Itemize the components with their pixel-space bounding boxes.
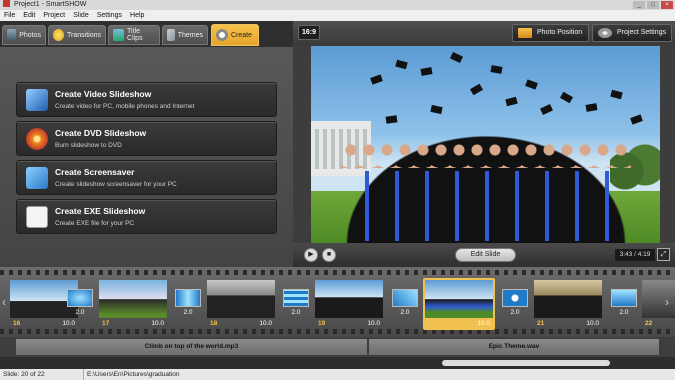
slide-thumbnail[interactable]: 18 10.0 [205, 278, 277, 330]
transitions-icon [53, 29, 65, 41]
video-slideshow-icon [26, 89, 48, 111]
tab-bar: Photos Transitions Title Clips Themes Cr… [0, 21, 293, 47]
create-exe-slideshow-button[interactable]: Create EXE Slideshow Create EXE file for… [16, 199, 277, 234]
option-description: Create video for PC, mobile phones and I… [55, 103, 195, 110]
slide-counter: Slide: 20 of 22 [0, 369, 84, 380]
close-button[interactable]: × [661, 1, 673, 9]
slide-timeline: ‹ 16 10.0 2.0 17 10.0 2.0 18 10.0 2.0 19 10.… [0, 267, 675, 337]
timeline-prev-arrow[interactable]: ‹ [2, 295, 6, 309]
slide-thumbnail[interactable]: 21 10.0 [532, 278, 604, 330]
tab-transitions[interactable]: Transitions [48, 25, 106, 45]
themes-icon [167, 29, 175, 41]
maximize-button[interactable]: □ [647, 1, 659, 9]
preview-toolbar: 16:9 Photo Position Project Settings [293, 21, 675, 45]
photos-icon [7, 29, 17, 41]
option-title: Create Video Slideshow [55, 89, 152, 99]
player-controls: ▶ ■ Edit Slide 3:43 / 4:19 ⤢ [293, 243, 675, 267]
menu-help[interactable]: Help [130, 10, 144, 21]
tab-label: Themes [177, 31, 203, 39]
dvd-icon [26, 128, 48, 150]
tab-label: Photos [19, 31, 41, 39]
option-title: Create EXE Slideshow [55, 206, 146, 216]
audio-track-lane: Climb on top of the world.mp3 Epic Theme… [0, 337, 675, 357]
slide-thumbnail-selected[interactable]: 20 10.0 [423, 278, 495, 330]
create-dvd-slideshow-button[interactable]: Create DVD Slideshow Burn slideshow to D… [16, 121, 277, 156]
photo-position-label: Photo Position [537, 29, 583, 36]
left-panel: Photos Transitions Title Clips Themes Cr… [0, 21, 293, 267]
transition-thumbnail[interactable]: 2.0 [67, 289, 93, 319]
menu-file[interactable]: File [4, 10, 15, 21]
audio-track[interactable]: Epic Theme.wav [369, 339, 659, 355]
option-title: Create DVD Slideshow [55, 128, 147, 138]
transition-thumbnail[interactable]: 2.0 [283, 289, 309, 319]
option-description: Create EXE file for your PC [55, 220, 135, 227]
tab-title-clips[interactable]: Title Clips [108, 25, 160, 45]
menu-project[interactable]: Project [43, 10, 65, 21]
menu-edit[interactable]: Edit [23, 10, 35, 21]
transition-thumbnail[interactable]: 2.0 [611, 289, 637, 319]
option-description: Burn slideshow to DVD [55, 142, 122, 149]
exe-icon [26, 206, 48, 228]
slide-thumbnail[interactable]: 17 10.0 [97, 278, 169, 330]
title-clips-icon [113, 29, 125, 41]
project-settings-button[interactable]: Project Settings [592, 24, 672, 42]
photo-position-icon [518, 28, 532, 38]
edit-slide-button[interactable]: Edit Slide [455, 248, 516, 262]
timeline-next-arrow[interactable]: › [665, 295, 669, 309]
slide-preview-image [311, 46, 660, 243]
create-icon [216, 29, 228, 41]
audio-track[interactable]: Climb on top of the world.mp3 [16, 339, 367, 355]
option-description: Create slideshow screensaver for your PC [55, 181, 177, 188]
slide-thumbnail[interactable]: 22 [640, 278, 675, 330]
project-path: E:\Users\En\Pictures\graduation [87, 371, 180, 378]
project-settings-label: Project Settings [617, 29, 667, 36]
slide-thumbnail[interactable]: 19 10.0 [313, 278, 385, 330]
window-title: Project1 - SmartSHOW [13, 1, 87, 8]
window-titlebar: Project1 - SmartSHOW _ □ × [0, 0, 675, 10]
transition-thumbnail[interactable]: 2.0 [175, 289, 201, 319]
menu-settings[interactable]: Settings [97, 10, 122, 21]
tab-photos[interactable]: Photos [2, 25, 46, 45]
tab-create[interactable]: Create [211, 24, 259, 46]
fullscreen-button[interactable]: ⤢ [657, 248, 670, 261]
aspect-ratio-button[interactable]: 16:9 [298, 25, 320, 40]
tab-themes[interactable]: Themes [162, 25, 208, 45]
playback-time: 3:43 / 4:19 [615, 249, 655, 261]
scrollbar-thumb[interactable] [442, 360, 610, 366]
screensaver-icon [26, 167, 48, 189]
menu-slide[interactable]: Slide [73, 10, 89, 21]
gear-icon [598, 28, 612, 38]
app-icon [3, 0, 10, 7]
menu-bar: File Edit Project Slide Settings Help [0, 10, 675, 21]
tab-label: Create [231, 31, 253, 39]
play-button[interactable]: ▶ [304, 248, 318, 262]
create-options-panel: Create Video Slideshow Create video for … [0, 47, 293, 267]
create-screensaver-button[interactable]: Create Screensaver Create slideshow scre… [16, 160, 277, 195]
photo-position-button[interactable]: Photo Position [512, 24, 589, 42]
stop-button[interactable]: ■ [322, 248, 336, 262]
preview-panel: 16:9 Photo Position Project Settings ▶ ■… [293, 21, 675, 267]
tab-label: Title Clips [127, 28, 143, 42]
option-title: Create Screensaver [55, 167, 135, 177]
transition-thumbnail[interactable]: 2.0 [392, 289, 418, 319]
transition-thumbnail[interactable]: 2.0 [502, 289, 528, 319]
create-video-slideshow-button[interactable]: Create Video Slideshow Create video for … [16, 82, 277, 117]
status-bar: Slide: 20 of 22 E:\Users\En\Pictures\gra… [0, 369, 675, 380]
tab-label: Transitions [67, 31, 101, 39]
timeline-scrollbar[interactable] [0, 357, 675, 369]
minimize-button[interactable]: _ [633, 1, 645, 9]
